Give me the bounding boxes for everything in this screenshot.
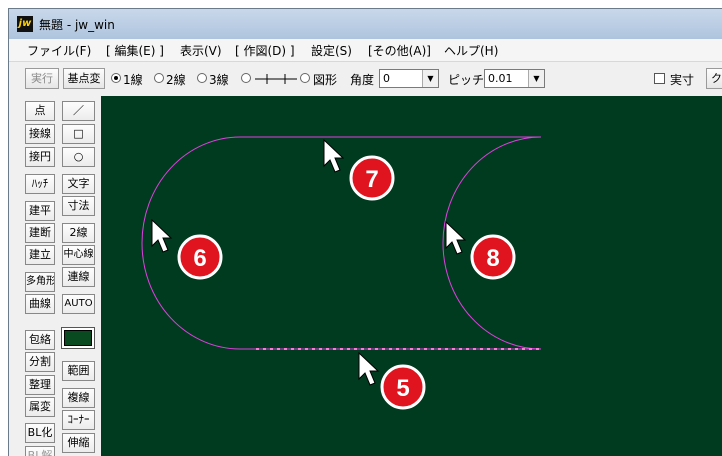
tool-building-section[interactable]: 建断 xyxy=(25,223,55,243)
tool-block-release[interactable]: BL解 xyxy=(25,446,55,456)
menu-other[interactable]: [その他(A)] xyxy=(368,42,431,59)
menu-edit[interactable]: [ 編集(E) ] xyxy=(106,42,164,59)
svg-text:6: 6 xyxy=(193,245,206,272)
drawing-svg: 7 6 8 5 xyxy=(141,136,542,410)
tool-building-plan[interactable]: 建平 xyxy=(25,201,55,221)
tool-point[interactable]: 点 xyxy=(25,101,55,121)
app-window: jw 無題 - jw_win ファイル(F) [ 編集(E) ] 表示(V) [… xyxy=(8,8,722,456)
tool-double-line[interactable]: 2線 xyxy=(62,223,95,243)
menu-view[interactable]: 表示(V) xyxy=(180,42,222,59)
menu-settings[interactable]: 設定(S) xyxy=(311,42,352,59)
tool-dimension[interactable]: 寸法 xyxy=(62,196,95,216)
cursor-arrow-icon xyxy=(358,351,380,386)
window-title: 無題 - jw_win xyxy=(39,18,115,32)
radio-figure[interactable] xyxy=(300,73,310,83)
tool-center-line[interactable]: 中心線 xyxy=(62,245,95,265)
menu-bar: ファイル(F) [ 編集(E) ] 表示(V) [ 作図(D) ] 設定(S) … xyxy=(9,39,722,62)
radio-figure-label: 図形 xyxy=(313,73,338,87)
svg-text:7: 7 xyxy=(365,166,378,193)
layer-color-swatch[interactable] xyxy=(61,327,95,349)
tool-rectangle[interactable]: □ xyxy=(62,124,95,144)
angle-select[interactable]: 0 ▼ xyxy=(379,69,439,88)
cursor-arrow-icon xyxy=(151,218,173,253)
tool-corner[interactable]: ｺｰﾅｰ xyxy=(62,410,95,430)
angle-value: 0 xyxy=(383,72,390,85)
base-change-button[interactable]: 基点変 xyxy=(63,68,105,89)
tool-polygon[interactable]: 多角形 xyxy=(25,272,55,292)
app-icon: jw xyxy=(17,16,33,32)
tool-envelope[interactable]: 包絡 xyxy=(25,330,55,350)
annotation-marker-5: 5 xyxy=(380,364,426,410)
actual-size-label: 実寸 xyxy=(670,73,695,87)
radio-2-line-label: 2線 xyxy=(166,73,186,87)
tool-attribute-change[interactable]: 属変 xyxy=(25,397,55,417)
annotation-marker-8: 8 xyxy=(470,234,516,280)
execute-button[interactable]: 実行 xyxy=(25,68,59,89)
tool-stretch[interactable]: 伸縮 xyxy=(62,433,95,453)
toolbar: 実行 基点変 1線 2線 3線 図形 角度 0 ▼ ピッチ 0.01 ▼ 実寸 … xyxy=(9,63,722,93)
cursor-arrow-icon xyxy=(323,138,345,173)
line-pattern-icon xyxy=(255,74,297,84)
tool-circle[interactable]: ○ xyxy=(62,147,95,167)
tool-curve[interactable]: 曲線 xyxy=(25,294,55,314)
pitch-select[interactable]: 0.01 ▼ xyxy=(484,69,545,88)
chevron-down-icon[interactable]: ▼ xyxy=(422,70,438,87)
cut-button[interactable]: ク xyxy=(706,68,722,89)
radio-1-line[interactable] xyxy=(111,73,121,83)
radio-3-line-label: 3線 xyxy=(209,73,229,87)
pitch-label: ピッチ xyxy=(448,73,485,87)
tool-tangent-line[interactable]: 接線 xyxy=(25,124,55,144)
radio-1-line-label: 1線 xyxy=(123,73,143,87)
menu-draw[interactable]: [ 作図(D) ] xyxy=(235,42,295,59)
tool-block-create[interactable]: BL化 xyxy=(25,423,55,443)
svg-text:5: 5 xyxy=(396,375,409,402)
angle-label: 角度 xyxy=(350,73,375,87)
tool-divide[interactable]: 分割 xyxy=(25,352,55,372)
tool-copy-line[interactable]: 複線 xyxy=(62,388,95,408)
menu-file[interactable]: ファイル(F) xyxy=(27,42,91,59)
tool-arrange[interactable]: 整理 xyxy=(25,375,55,395)
tool-building-elevation[interactable]: 建立 xyxy=(25,245,55,265)
radio-2-line[interactable] xyxy=(154,73,164,83)
drawing-canvas[interactable]: 7 6 8 5 xyxy=(101,96,722,456)
actual-size-checkbox[interactable] xyxy=(654,73,665,84)
cursor-arrow-icon xyxy=(445,220,467,255)
menu-help[interactable]: ヘルプ(H) xyxy=(444,42,498,59)
pitch-value: 0.01 xyxy=(488,72,513,85)
tool-continuous-line[interactable]: 連線 xyxy=(62,267,95,287)
radio-3-line[interactable] xyxy=(197,73,207,83)
chevron-down-icon[interactable]: ▼ xyxy=(528,70,544,87)
tool-range[interactable]: 範囲 xyxy=(62,361,95,381)
tool-tangent-circle[interactable]: 接円 xyxy=(25,147,55,167)
tool-line[interactable]: ／ xyxy=(62,101,95,121)
tool-hatch[interactable]: ﾊｯﾁ xyxy=(25,174,55,194)
svg-text:8: 8 xyxy=(486,245,499,272)
tool-auto[interactable]: AUTO xyxy=(62,294,95,314)
radio-line-pattern[interactable] xyxy=(241,73,251,83)
annotation-marker-7: 7 xyxy=(349,155,395,201)
title-bar: jw 無題 - jw_win xyxy=(9,9,722,39)
tool-text[interactable]: 文字 xyxy=(62,174,95,194)
annotation-marker-6: 6 xyxy=(177,234,223,280)
